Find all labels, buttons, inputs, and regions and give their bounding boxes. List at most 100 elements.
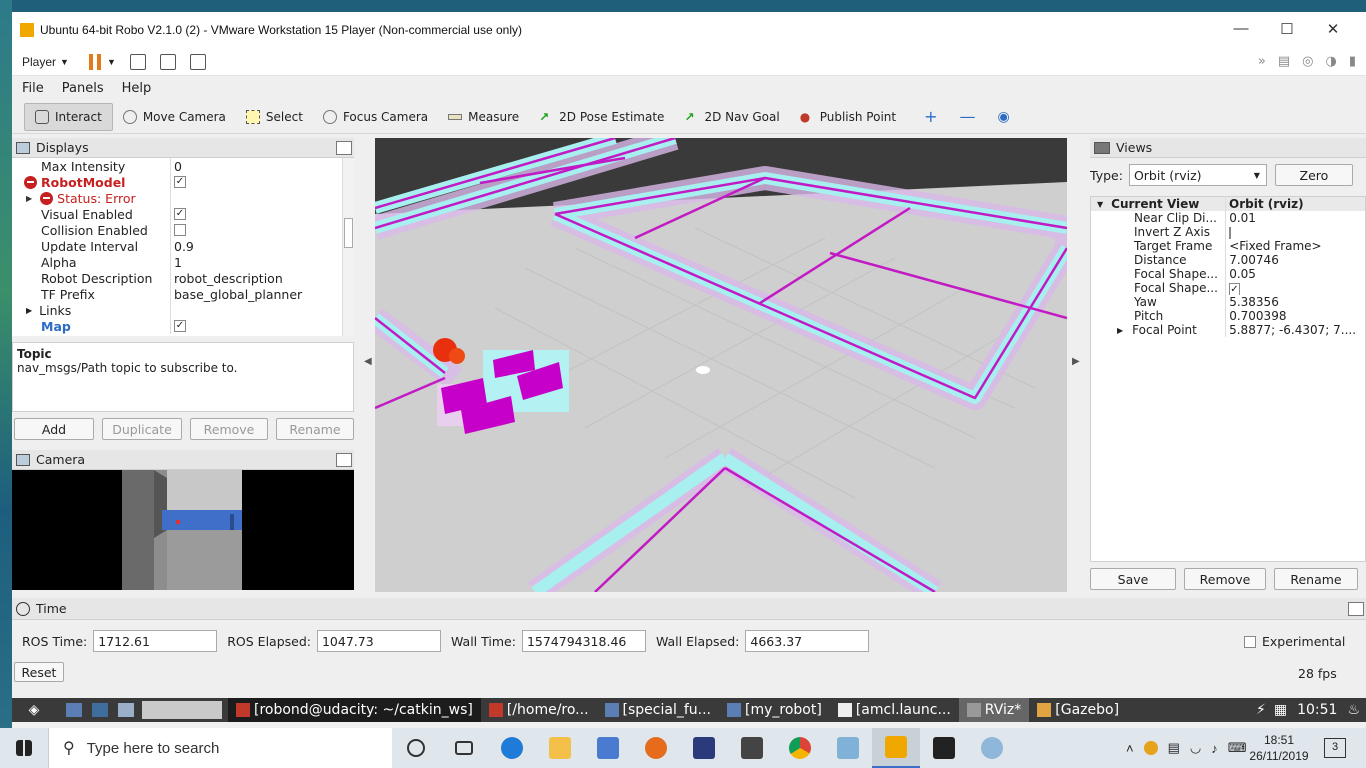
wifi-icon[interactable]: ◡	[1190, 740, 1201, 756]
property-row[interactable]: Update Interval 0.9	[12, 238, 354, 254]
expand-icon[interactable]: »	[1258, 54, 1266, 69]
file-explorer-icon[interactable]	[536, 728, 584, 768]
focal-shape-checkbox[interactable]: ✓	[1229, 283, 1240, 295]
network-icon[interactable]: ◑	[1326, 54, 1337, 69]
edge-icon[interactable]	[488, 728, 536, 768]
tool-publish-point[interactable]: ● Publish Point	[790, 103, 906, 131]
remove-tool-icon[interactable]: —	[960, 107, 976, 126]
enabled-checkbox[interactable]: ✓	[174, 176, 186, 188]
taskbar-item-gazebo[interactable]: [Gazebo]	[1029, 698, 1127, 722]
wall-time-field[interactable]: 1574794318.46	[521, 630, 646, 652]
property-row[interactable]: Max Intensity 0	[12, 158, 354, 174]
pause-icon[interactable]	[88, 53, 101, 70]
property-value[interactable]: 5.38356	[1225, 295, 1365, 309]
rename-view-button[interactable]: Rename	[1274, 568, 1358, 590]
fullscreen-icon[interactable]	[159, 53, 176, 70]
menu-help[interactable]: Help	[122, 81, 152, 96]
file-manager-icon[interactable]	[66, 703, 82, 717]
taskbar-item-special[interactable]: [special_fu...	[597, 698, 719, 722]
task-view-icon[interactable]	[440, 728, 488, 768]
property-row[interactable]: Pitch 0.700398	[1091, 309, 1365, 323]
property-value[interactable]: 7.00746	[1225, 253, 1365, 267]
property-value[interactable]: 5.8877; -6.4307; 7....	[1225, 323, 1365, 337]
volume-icon[interactable]: ♨	[1347, 702, 1360, 718]
paint-icon[interactable]	[968, 728, 1016, 768]
player-menu[interactable]: Player	[22, 55, 56, 69]
menu-panels[interactable]: Panels	[62, 81, 104, 96]
send-ctrl-alt-del-icon[interactable]	[129, 53, 146, 70]
links-row[interactable]: ▶ Links	[12, 302, 354, 318]
tray-icon[interactable]: ▤	[1168, 740, 1180, 756]
power-icon[interactable]: ⚡	[1256, 702, 1266, 718]
close-icon[interactable]: ✕	[1310, 20, 1356, 38]
save-view-button[interactable]: Save	[1090, 568, 1176, 590]
experimental-checkbox[interactable]	[1244, 635, 1256, 648]
property-row[interactable]: Robot Description robot_description	[12, 270, 354, 286]
tray-app-icon[interactable]	[1143, 741, 1158, 755]
collapse-left-icon[interactable]: ◀	[364, 356, 372, 367]
expand-arrow-icon[interactable]: ▶	[26, 306, 32, 315]
chevron-down-icon[interactable]: ▼	[60, 57, 69, 67]
windows-start-icon[interactable]	[0, 728, 48, 768]
firefox-icon[interactable]	[632, 728, 680, 768]
taskbar-item-home[interactable]: [/home/ro...	[481, 698, 597, 722]
ros-time-field[interactable]: 1712.61	[93, 630, 218, 652]
speaker-icon[interactable]: ♪	[1211, 741, 1218, 756]
property-row[interactable]: TF Prefix base_global_planner	[12, 286, 354, 302]
property-value[interactable]: 0.9	[170, 238, 194, 254]
3d-viewport[interactable]	[375, 138, 1067, 592]
property-row[interactable]: ▶ Focal Point 5.8877; -6.4307; 7....	[1091, 323, 1365, 337]
float-panel-button[interactable]	[336, 452, 352, 467]
app-b-icon[interactable]	[680, 728, 728, 768]
eye-icon[interactable]: ◉	[998, 109, 1010, 125]
tool-move-camera[interactable]: Move Camera	[113, 103, 236, 131]
property-value[interactable]: 0.700398	[1225, 309, 1365, 323]
visual-enabled-checkbox[interactable]: ✓	[174, 208, 186, 220]
taskbar-item-amcl[interactable]: [amcl.launc...	[830, 698, 959, 722]
taskbar-clock[interactable]: 18:51 26/11/2019	[1246, 732, 1312, 764]
float-panel-button[interactable]	[336, 140, 352, 155]
tool-focus-camera[interactable]: Focus Camera	[313, 103, 438, 131]
chrome-icon[interactable]	[776, 728, 824, 768]
tool-measure[interactable]: Measure	[438, 103, 529, 131]
display-robotmodel[interactable]: RobotModel ✓	[12, 174, 354, 190]
property-value[interactable]: robot_description	[170, 270, 283, 286]
notes-icon[interactable]	[824, 728, 872, 768]
tool-interact[interactable]: Interact	[24, 102, 113, 131]
property-row[interactable]: Near Clip Di... 0.01	[1091, 211, 1365, 225]
maximize-icon[interactable]: ☐	[1264, 20, 1310, 38]
cd-icon[interactable]: ◎	[1302, 54, 1313, 69]
notification-center-icon[interactable]: 3	[1324, 738, 1346, 758]
property-row[interactable]: Target Frame <Fixed Frame>	[1091, 239, 1365, 253]
collapse-arrow-icon[interactable]: ▼	[1097, 200, 1103, 209]
current-view-row[interactable]: ▼ Current View Orbit (rviz)	[1091, 197, 1365, 211]
property-row[interactable]: Yaw 5.38356	[1091, 295, 1365, 309]
expand-arrow-icon[interactable]: ▶	[1117, 326, 1123, 335]
float-panel-button[interactable]	[1348, 601, 1364, 616]
mail-icon[interactable]	[728, 728, 776, 768]
vertical-scrollbar[interactable]	[342, 158, 354, 336]
menu-icon[interactable]: ◈	[12, 698, 56, 722]
taskbar-search-box[interactable]: ⚲ Type here to search	[48, 728, 392, 768]
wall-elapsed-field[interactable]: 4663.37	[745, 630, 870, 652]
property-row[interactable]: Distance 7.00746	[1091, 253, 1365, 267]
property-value[interactable]: 0.05	[1225, 267, 1365, 281]
property-row[interactable]: Focal Shape... 0.05	[1091, 267, 1365, 281]
zero-button[interactable]: Zero	[1274, 164, 1353, 186]
property-value[interactable]: base_global_planner	[170, 286, 302, 302]
property-row[interactable]: Collision Enabled	[12, 222, 354, 238]
property-value[interactable]: <Fixed Frame>	[1225, 239, 1365, 253]
menu-file[interactable]: File	[22, 81, 44, 96]
chevron-down-icon[interactable]: ▼	[107, 57, 116, 67]
property-row[interactable]: Focal Shape... ✓	[1091, 281, 1365, 295]
vmware-taskbar-icon[interactable]	[872, 728, 920, 768]
cortana-icon[interactable]	[392, 728, 440, 768]
property-value[interactable]: 0	[170, 158, 182, 174]
taskbar-item-rviz[interactable]: RViz*	[958, 698, 1030, 722]
tool-2d-nav-goal[interactable]: ↗ 2D Nav Goal	[674, 103, 789, 131]
collision-enabled-checkbox[interactable]	[174, 224, 186, 236]
7zip-icon[interactable]	[920, 728, 968, 768]
usb-icon[interactable]: ▮	[1349, 54, 1356, 69]
tool-select[interactable]: Select	[236, 103, 313, 131]
property-row[interactable]: Alpha 1	[12, 254, 354, 270]
